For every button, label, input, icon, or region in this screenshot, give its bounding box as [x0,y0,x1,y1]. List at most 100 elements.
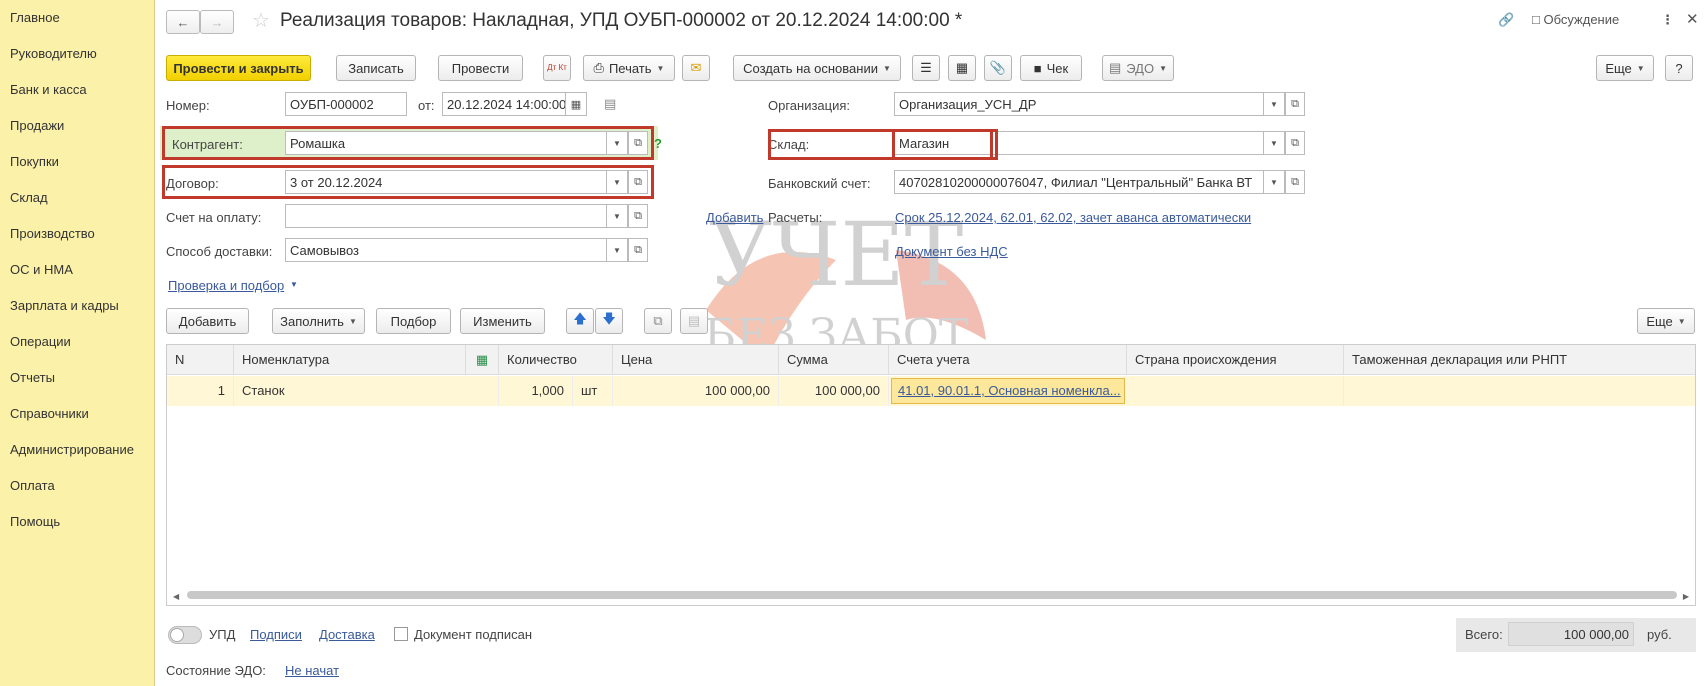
organization-dropdown-icon[interactable]: ▼ [1263,92,1285,116]
sidebar-item-production[interactable]: Производство [10,226,95,241]
envelope-icon: ✉ [690,60,702,75]
scroll-left-icon[interactable]: ◀ [173,592,179,601]
sidebar-item-admin[interactable]: Администрирование [10,442,134,457]
structure-button[interactable]: ▦ [948,55,976,81]
cell-price[interactable]: 100 000,00 [613,376,779,406]
warehouse-dropdown-icon[interactable]: ▼ [1263,131,1285,155]
column-header-money-icon[interactable]: ▦ [466,345,499,375]
date-field[interactable]: 20.12.2024 14:00:00 [442,92,566,116]
menu-dots-icon[interactable]: ⋮ [1661,12,1674,28]
bank-account-field[interactable]: 40702810200000076047, Филиал "Центральны… [894,170,1264,194]
bank-account-open-icon[interactable]: ⧉ [1285,170,1305,194]
scroll-right-icon[interactable]: ▶ [1683,592,1689,601]
create-based-label: Создать на основании [743,60,878,76]
column-header-sum[interactable]: Сумма [779,345,889,375]
vat-document-link[interactable]: Документ без НДС [895,244,1008,259]
sidebar-item-bank[interactable]: Банк и касса [10,82,87,97]
print-button[interactable]: ⎙ Печать ▼ [583,55,675,81]
sidebar-item-manager[interactable]: Руководителю [10,46,97,61]
warehouse-open-icon[interactable]: ⧉ [1285,131,1305,155]
organization-field[interactable]: Организация_УСН_ДР [894,92,1264,116]
selection-button[interactable]: Подбор [376,308,451,334]
arrow-down-icon: 🡇 [602,311,616,326]
back-button[interactable]: ← [166,10,200,34]
sidebar-item-operations[interactable]: Операции [10,334,71,349]
invoice-open-icon[interactable]: ⧉ [628,204,648,228]
favorite-star-icon[interactable]: ☆ [252,8,270,33]
sidebar-item-main[interactable]: Главное [10,10,60,25]
calendar-icon[interactable]: ▦ [565,92,587,116]
cell-quantity[interactable]: 1,000 [499,376,573,406]
more-button[interactable]: Еще ▼ [1596,55,1654,81]
settlements-label: Расчеты: [768,210,823,225]
column-header-customs[interactable]: Таможенная декларация или РНПТ [1344,345,1695,375]
list-button[interactable]: ☰ [912,55,940,81]
move-down-button[interactable]: 🡇 [595,308,623,334]
organization-open-icon[interactable]: ⧉ [1285,92,1305,116]
table-more-button[interactable]: Еще ▼ [1637,308,1695,334]
table-add-button[interactable]: Добавить [166,308,249,334]
cell-country[interactable] [1127,376,1344,406]
bank-account-dropdown-icon[interactable]: ▼ [1263,170,1285,194]
close-icon[interactable]: ✕ [1686,10,1699,28]
sidebar-item-help[interactable]: Помощь [10,514,60,529]
column-header-accounts[interactable]: Счета учета [889,345,1127,375]
invoice-dropdown-icon[interactable]: ▼ [606,204,628,228]
delivery-method-field[interactable]: Самовывоз [285,238,607,262]
fill-button[interactable]: Заполнить ▼ [272,308,365,334]
cell-accounts-link[interactable]: 41.01, 90.01.1, Основная номенкла... [891,378,1125,404]
save-button[interactable]: Записать [336,55,416,81]
paste-button[interactable]: ▤ [680,308,708,334]
discussion-button[interactable]: □ Обсуждение [1532,12,1619,27]
cell-sum[interactable]: 100 000,00 [779,376,889,406]
help-button[interactable]: ? [1665,55,1693,81]
chevron-down-icon[interactable]: ▼ [290,280,298,289]
copy-button[interactable]: ⧉ [644,308,672,334]
document-signed-checkbox[interactable] [394,627,408,641]
column-header-item[interactable]: Номенклатура [234,345,466,375]
sidebar-item-warehouse[interactable]: Склад [10,190,48,205]
post-button[interactable]: Провести [438,55,523,81]
move-up-button[interactable]: 🡅 [566,308,594,334]
number-field[interactable]: ОУБП-000002 [285,92,407,116]
edo-state-link[interactable]: Не начат [285,663,339,678]
edo-button[interactable]: ▤ ЭДО ▼ [1102,55,1174,81]
paperclip-icon: 📎 [989,60,1007,75]
horizontal-scrollbar[interactable] [187,591,1677,599]
sidebar-item-payment[interactable]: Оплата [10,478,55,493]
add-invoice-link[interactable]: Добавить [706,210,763,225]
column-header-price[interactable]: Цена [613,345,779,375]
cell-customs[interactable] [1344,376,1695,406]
delivery-method-open-icon[interactable]: ⧉ [628,238,648,262]
sidebar-item-purchases[interactable]: Покупки [10,154,59,169]
sidebar-item-assets[interactable]: ОС и НМА [10,262,73,277]
cell-item[interactable]: Станок [234,376,499,406]
delivery-link[interactable]: Доставка [319,627,375,642]
upd-toggle[interactable] [168,626,202,644]
check-and-selection-link[interactable]: Проверка и подбор [168,278,284,293]
change-button[interactable]: Изменить [460,308,545,334]
create-based-on-button[interactable]: Создать на основании ▼ [733,55,901,81]
sidebar-item-catalogs[interactable]: Справочники [10,406,89,421]
column-header-quantity[interactable]: Количество [499,345,613,375]
forward-button[interactable]: → [200,10,234,34]
post-and-close-button[interactable]: Провести и закрыть [166,55,311,81]
table-row[interactable]: 1 Станок 1,000 шт 100 000,00 100 000,00 … [167,376,1695,406]
cell-unit[interactable]: шт [573,376,613,406]
email-button[interactable]: ✉ [682,55,710,81]
sidebar-item-sales[interactable]: Продажи [10,118,64,133]
sidebar-item-salary[interactable]: Зарплата и кадры [10,298,119,313]
settlements-link[interactable]: Срок 25.12.2024, 62.01, 62.02, зачет ава… [895,210,1251,225]
link-icon[interactable]: 🔗 [1498,12,1514,28]
counterparty-help-icon[interactable]: ? [654,136,662,151]
comment-icon[interactable]: ▤ [604,96,616,112]
sidebar-item-reports[interactable]: Отчеты [10,370,55,385]
delivery-method-dropdown-icon[interactable]: ▼ [606,238,628,262]
attach-button[interactable]: 📎 [984,55,1012,81]
receipt-button[interactable]: ■ Чек [1020,55,1082,81]
dtkt-button[interactable]: Дт Кт [543,55,571,81]
signatures-link[interactable]: Подписи [250,627,302,642]
invoice-field[interactable] [285,204,607,228]
column-header-n[interactable]: N [167,345,234,375]
column-header-country[interactable]: Страна происхождения [1127,345,1344,375]
